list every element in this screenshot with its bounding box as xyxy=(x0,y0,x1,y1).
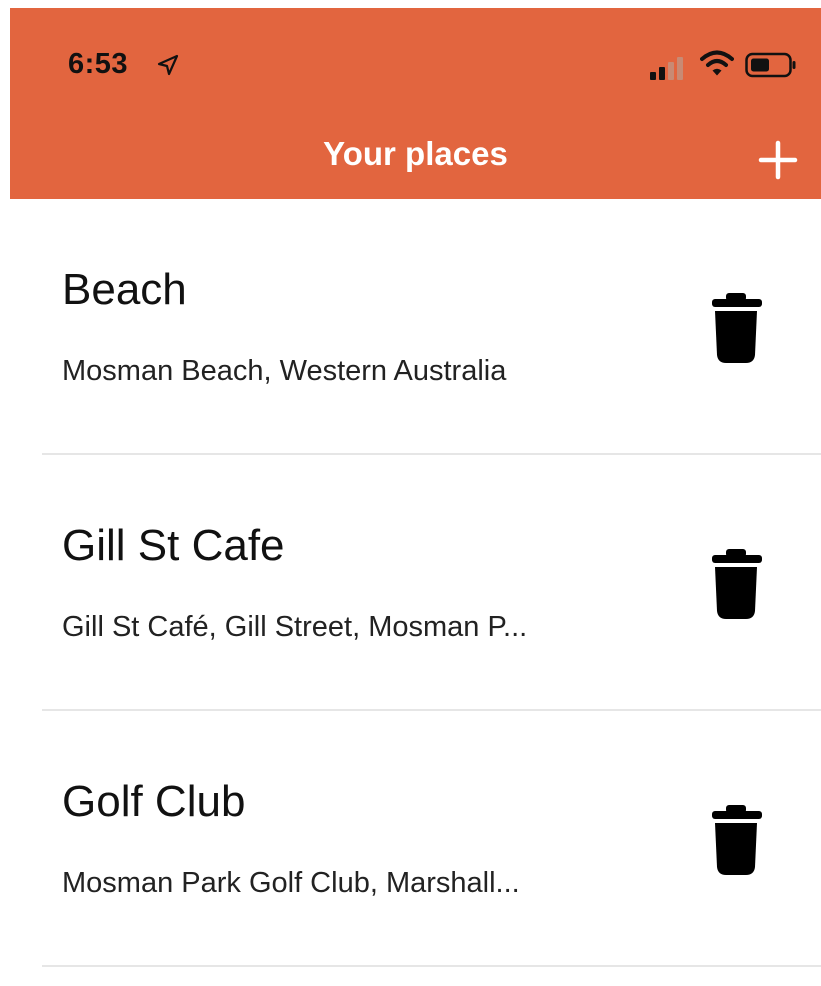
place-item-golf-club[interactable]: Golf Club Mosman Park Golf Club, Marshal… xyxy=(0,711,821,967)
divider xyxy=(42,965,821,967)
place-item-gill-st-cafe[interactable]: Gill St Cafe Gill St Café, Gill Street, … xyxy=(0,455,821,711)
wifi-icon xyxy=(700,50,734,76)
battery-icon xyxy=(745,52,796,78)
add-place-button[interactable] xyxy=(748,130,808,190)
delete-place-button[interactable] xyxy=(702,803,770,879)
trash-icon xyxy=(712,549,762,619)
place-address: Gill St Café, Gill Street, Mosman P... xyxy=(62,611,528,643)
page-title: Your places xyxy=(323,135,508,172)
place-title: Beach xyxy=(62,265,187,314)
place-title: Golf Club xyxy=(62,777,246,826)
place-address: Mosman Park Golf Club, Marshall... xyxy=(62,867,520,899)
place-item-beach[interactable]: Beach Mosman Beach, Western Australia xyxy=(0,199,821,455)
place-address: Mosman Beach, Western Australia xyxy=(62,355,507,387)
delete-place-button[interactable] xyxy=(702,291,770,367)
plus-icon xyxy=(758,140,798,180)
app-screen: 6:53 Your places Beach Mosman Beach, Wes… xyxy=(0,0,821,986)
trash-icon xyxy=(712,293,762,363)
trash-icon xyxy=(712,805,762,875)
delete-place-button[interactable] xyxy=(702,547,770,623)
places-list: Beach Mosman Beach, Western Australia Gi… xyxy=(0,199,821,967)
status-time: 6:53 xyxy=(68,48,129,80)
location-arrow-icon xyxy=(157,54,179,76)
cellular-signal-icon xyxy=(650,57,683,80)
nav-header: 6:53 Your places xyxy=(10,8,821,199)
place-title: Gill St Cafe xyxy=(62,521,285,570)
